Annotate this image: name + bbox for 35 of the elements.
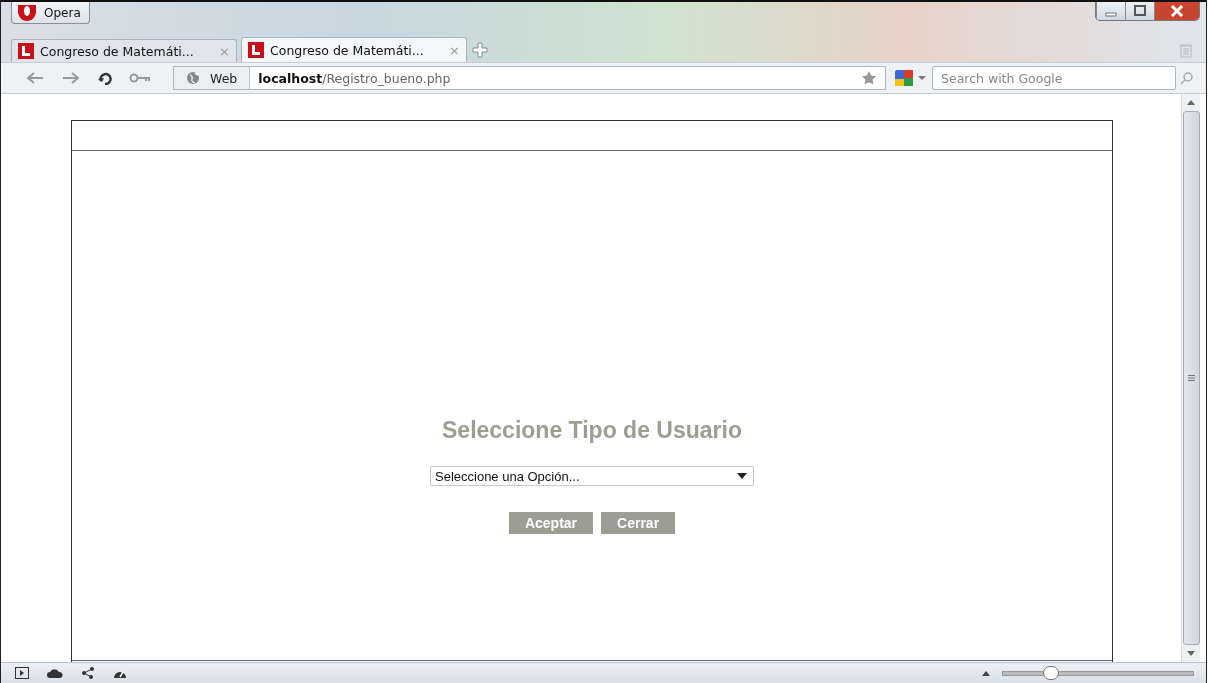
scroll-down-icon [1187,651,1195,656]
close-icon[interactable] [1154,2,1199,20]
opera-logo-icon [16,4,38,21]
search-icon[interactable] [1180,71,1194,85]
scroll-up-icon [1187,100,1195,105]
browser-tab[interactable]: Congreso de Matemáti... × [241,37,467,62]
minimize-icon[interactable] [1096,2,1125,20]
search-field[interactable]: Search with Google [932,66,1176,90]
opera-menu-button[interactable]: Opera [11,2,90,24]
page-heading: Seleccione Tipo de Usuario [442,417,742,444]
maximize-icon[interactable] [1125,2,1154,20]
tab-title: Congreso de Matemáti... [270,42,425,58]
site-info-button[interactable]: Web [174,67,251,89]
page-logo-icon [18,43,34,59]
page-logo-icon [248,42,264,58]
search-engine-icon[interactable] [894,69,928,87]
reload-icon[interactable] [97,71,113,85]
tab-title: Congreso de Matemáti... [40,43,195,59]
slider-thumb[interactable] [1042,665,1059,680]
star-icon[interactable] [861,70,877,86]
zoom-menu-icon[interactable] [982,670,990,676]
new-tab-icon[interactable] [471,41,489,59]
back-icon[interactable] [25,71,45,85]
address-field[interactable]: Web localhost/Registro_bueno.php [173,66,886,90]
key-icon[interactable] [129,73,151,83]
share-icon[interactable] [81,667,95,679]
browser-tab[interactable]: Congreso de Matemáti... × [11,39,237,62]
cloud-icon[interactable] [47,668,63,678]
globe-icon [186,71,200,85]
grip-icon [1187,375,1195,381]
caret-icon [737,473,747,479]
panel-icon[interactable] [15,667,29,679]
forward-icon[interactable] [61,71,81,85]
user-type-dropdown[interactable]: Seleccione una Opción... [430,466,754,486]
url-text: localhost/Registro_bueno.php [258,70,451,86]
